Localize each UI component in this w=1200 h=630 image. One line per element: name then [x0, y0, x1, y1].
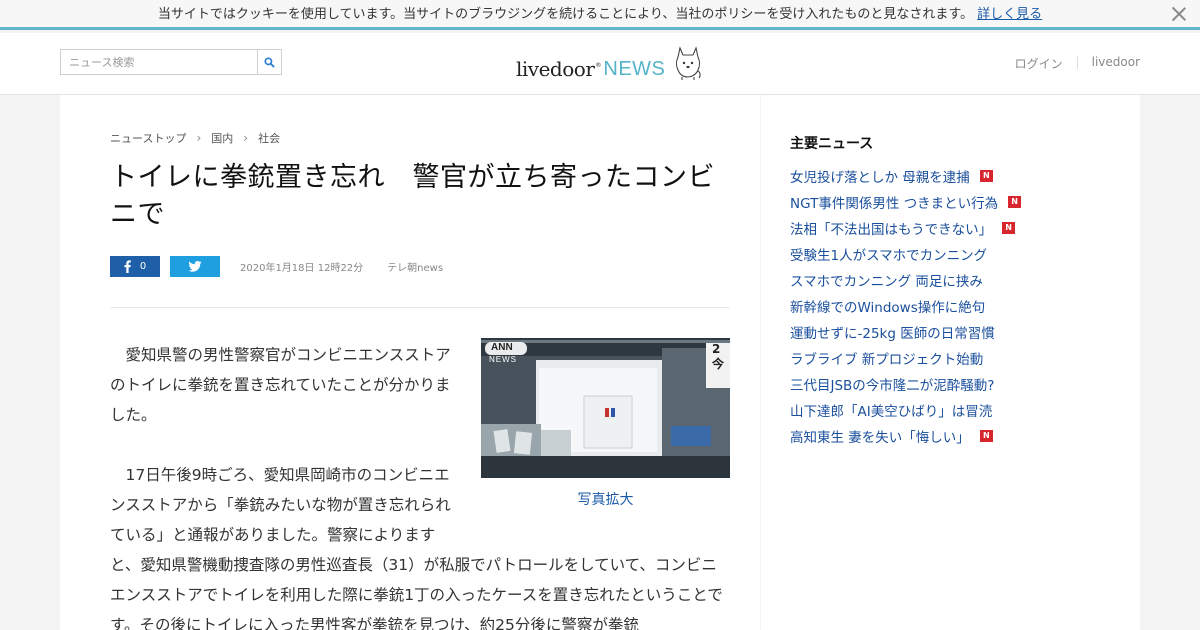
news-list-item[interactable]: 新幹線でのWindows操作に絶句 — [790, 293, 1021, 319]
news-list-item[interactable]: ラブライブ 新プロジェクト始動 — [790, 345, 1021, 371]
facebook-share-count: 0 — [139, 261, 147, 272]
news-list: 女児投げ落としか 母親を逮捕 N NGT事件関係男性 つきまとい行為 N 法相「不法出国… — [790, 163, 1022, 449]
article-date: 2020年1月18日 12時22分 — [240, 263, 364, 274]
news-list-item-text: 受験生1人がスマホでカンニング — [790, 248, 988, 264]
article-paragraph-2: 17日午後9時ごろ、愛知県岡崎市のコンビニエンスストアから「拳銃みたいな物が置き… — [110, 460, 730, 630]
facebook-share-button[interactable]: 0 — [110, 256, 160, 277]
news-list-item-text: 山下達郎「AI美空ひばり」は冒涜 — [790, 404, 993, 420]
twitter-share-button[interactable] — [170, 256, 220, 277]
article-body: 愛知県警の男性警察官がコンビニエンスストアのトイレに拳銃を置き忘れていたことが分… — [110, 340, 730, 630]
cookie-more-link[interactable]: 詳しく見る — [977, 7, 1042, 22]
news-list-item-text: ラブライブ 新プロジェクト始動 — [790, 352, 984, 368]
news-list-item-text: NGT事件関係男性 つきまとい行為 — [790, 196, 999, 212]
livedoor-link[interactable]: livedoor — [1092, 55, 1140, 72]
facebook-icon — [124, 260, 131, 273]
cookie-message: 当サイトではクッキーを使用しています。当サイトのブラウジングを続けることにより、… — [157, 7, 974, 22]
search-input[interactable] — [61, 50, 257, 74]
breadcrumb-item-domestic[interactable]: 国内 — [211, 130, 233, 146]
news-list-item[interactable]: 受験生1人がスマホでカンニング — [790, 241, 1021, 267]
news-list-item[interactable]: 高知東生 妻を失い「悔しい」 N — [790, 423, 1021, 449]
new-badge-icon: N — [1002, 222, 1016, 234]
close-icon[interactable] — [1170, 5, 1188, 23]
login-link[interactable]: ログイン — [1015, 55, 1063, 72]
news-list-item-text: 運動せずに-25kg 医師の日常習慣 — [790, 326, 995, 342]
news-list-item[interactable]: 山下達郎「AI美空ひばり」は冒涜 — [790, 397, 1021, 423]
twitter-icon — [188, 261, 202, 272]
news-list-item-text: 法相「不法出国はもうできない」 — [790, 222, 993, 238]
logo-livedoor-text: livedoor — [516, 57, 595, 81]
breadcrumb: ニューストップ › 国内 › 社会 — [110, 130, 280, 146]
cookie-consent-bar: 当サイトではクッキーを使用しています。当サイトのブラウジングを続けることにより、… — [0, 0, 1200, 30]
article-main: ニューストップ › 国内 › 社会 トイレに拳銃置き忘れ 警官が立ち寄ったコンビ… — [60, 95, 760, 630]
new-badge-icon: N — [979, 430, 993, 442]
sidebar-title: 主要ニュース — [790, 136, 874, 152]
article-title: トイレに拳銃置き忘れ 警官が立ち寄ったコンビニで — [110, 162, 715, 230]
logo-news-text: NEWS — [603, 58, 666, 80]
news-list-item[interactable]: 運動せずに-25kg 医師の日常習慣 — [790, 319, 1021, 345]
news-list-item[interactable]: スマホでカンニング 両足に挟み — [790, 267, 1021, 293]
search-button[interactable] — [257, 50, 281, 74]
news-list-item[interactable]: 法相「不法出国はもうできない」 N — [790, 215, 1021, 241]
breadcrumb-item-society[interactable]: 社会 — [258, 130, 280, 146]
search-icon — [264, 56, 275, 68]
breadcrumb-item-news-top[interactable]: ニューストップ — [110, 130, 186, 146]
chevron-right-icon: › — [243, 131, 249, 145]
logo-trademark: ® — [595, 62, 602, 69]
news-list-item-text: スマホでカンニング 両足に挟み — [790, 274, 983, 290]
news-list-item[interactable]: NGT事件関係男性 つきまとい行為 N — [790, 189, 1022, 215]
header-link-divider — [1076, 56, 1078, 69]
new-badge-icon: N — [1008, 196, 1022, 208]
news-list-item-text: 三代目JSBの今市隆二が泥酔騒動? — [790, 378, 995, 394]
news-list-item-text: 新幹線でのWindows操作に絶句 — [790, 300, 986, 316]
article-paragraph-1: 愛知県警の男性警察官がコンビニエンスストアのトイレに拳銃を置き忘れていたことが分… — [110, 346, 451, 424]
search-box — [60, 49, 282, 75]
header-links: ログイン livedoor — [1015, 55, 1140, 72]
news-list-item[interactable]: 三代目JSBの今市隆二が泥酔騒動? — [790, 371, 1021, 397]
new-badge-icon: N — [979, 170, 993, 182]
site-header: livedoor®NEWS ログイン livedoor — [0, 33, 1200, 95]
article-source[interactable]: テレ朝news — [387, 259, 443, 274]
dog-mascot-icon — [676, 46, 701, 80]
sidebar: 主要ニュース 女児投げ落としか 母親を逮捕 N NGT事件関係男性 つきまとい行為 N… — [761, 95, 1140, 630]
chevron-right-icon: › — [196, 131, 202, 145]
article-paragraph-2-text: 17日午後9時ごろ、愛知県岡崎市のコンビニエンスストアから「拳銃みたいな物が置き… — [110, 466, 723, 630]
news-list-item[interactable]: 女児投げ落としか 母親を逮捕 N — [790, 163, 1021, 189]
news-list-item-text: 高知東生 妻を失い「悔しい」 — [790, 430, 970, 446]
article-divider — [110, 307, 730, 308]
site-logo[interactable]: livedoor ® NEWS — [516, 45, 703, 81]
news-list-item-text: 女児投げ落としか 母親を逮捕 — [790, 170, 970, 186]
share-bar: 0 2020年1月18日 12時22分 テレ朝news — [110, 256, 443, 277]
